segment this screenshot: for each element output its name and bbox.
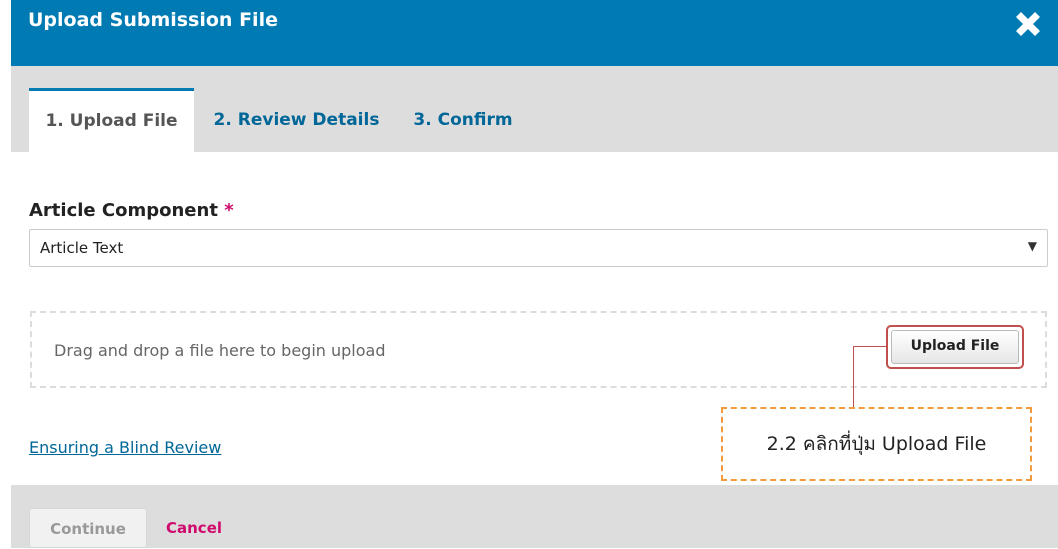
annotation-leader-line <box>853 346 887 347</box>
tab-confirm[interactable]: 3. Confirm <box>403 88 523 152</box>
close-button[interactable] <box>1010 6 1046 42</box>
upload-file-button[interactable]: Upload File <box>891 330 1019 364</box>
article-component-select[interactable]: Article Text ▼ <box>29 229 1048 267</box>
selected-component: Article Text <box>40 239 124 257</box>
continue-button[interactable]: Continue <box>29 508 147 548</box>
dialog-header: Upload Submission File <box>11 0 1058 66</box>
cancel-button[interactable]: Cancel <box>166 508 222 548</box>
upload-file-highlight: Upload File <box>886 325 1024 369</box>
close-x-icon <box>1016 12 1040 36</box>
annotation-callout: 2.2 คลิกที่ปุ่ม Upload File <box>721 407 1032 481</box>
article-component-label: Article Component * <box>29 200 234 221</box>
annotation-leader-line-vertical <box>853 346 854 408</box>
tab-upload-file[interactable]: 1. Upload File <box>29 88 194 152</box>
required-marker: * <box>224 200 234 221</box>
wizard-tabs: 1. Upload File 2. Review Details 3. Conf… <box>11 66 1058 152</box>
dialog-footer: Continue Cancel <box>11 485 1058 548</box>
dropzone-text: Drag and drop a file here to begin uploa… <box>54 341 386 360</box>
dialog-title: Upload Submission File <box>28 9 278 31</box>
upload-dialog: Upload Submission File 1. Upload File 2.… <box>11 0 1058 548</box>
blind-review-link[interactable]: Ensuring a Blind Review <box>29 438 221 457</box>
chevron-down-icon: ▼ <box>1027 239 1037 253</box>
article-component-label-text: Article Component <box>29 200 218 221</box>
tab-review-details[interactable]: 2. Review Details <box>209 88 384 152</box>
